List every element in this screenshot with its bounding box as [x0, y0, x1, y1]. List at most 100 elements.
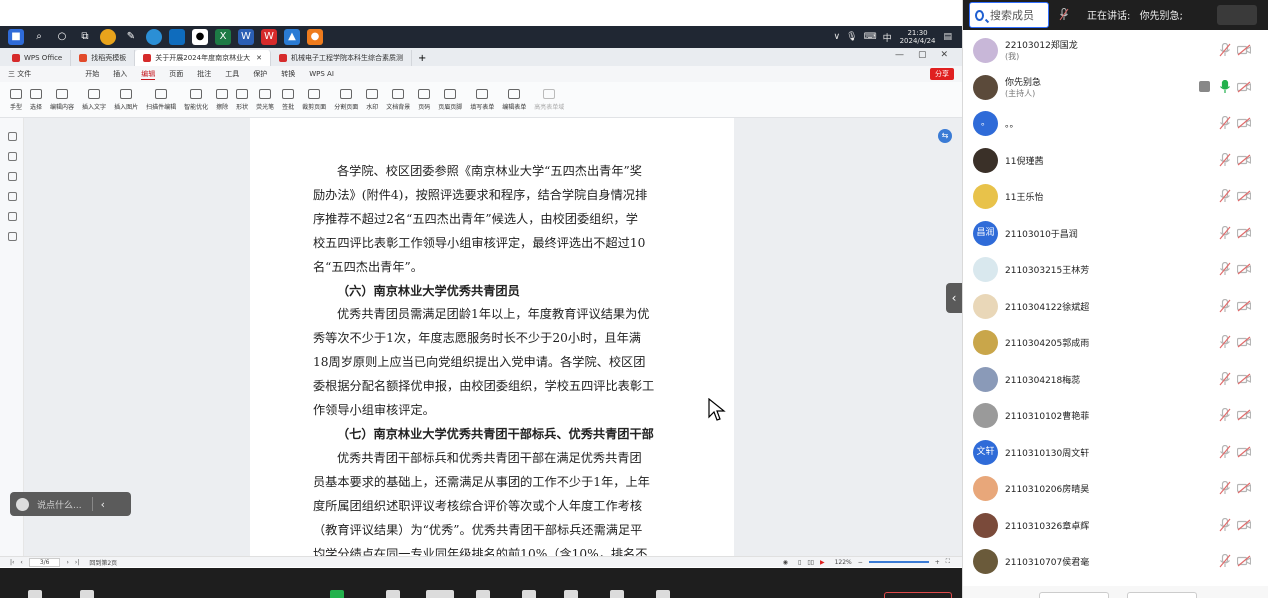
camera-off-icon[interactable] [1237, 44, 1251, 56]
member-search-input[interactable] [990, 8, 1048, 22]
layers-icon[interactable] [8, 232, 17, 241]
video-off-icon[interactable] [80, 590, 94, 598]
member-row[interactable]: 。。。 [963, 105, 1268, 142]
microphone-muted-icon[interactable] [1219, 43, 1231, 57]
member-row[interactable]: 你先别急 (主持人) [963, 69, 1268, 106]
floating-tool-icon[interactable]: ⇆ [938, 129, 952, 143]
ribbon-button[interactable]: 水印 [366, 88, 378, 111]
ribbon-button[interactable]: 插入文字 [82, 88, 106, 111]
clock[interactable]: 21:30 2024/4/24 [900, 29, 936, 45]
ribbon-button[interactable]: 填写表单 [470, 88, 494, 111]
search-icon[interactable]: ⌕ [31, 29, 47, 45]
next-page-icon[interactable]: › [66, 559, 68, 566]
zoom-slider[interactable] [868, 561, 929, 563]
chat-icon[interactable] [564, 590, 578, 598]
emoji-icon[interactable] [16, 497, 29, 511]
microphone-icon[interactable]: 🎙 [846, 32, 857, 42]
invite-button[interactable] [1039, 592, 1109, 598]
camera-off-icon[interactable] [1237, 519, 1251, 531]
bookmark-icon[interactable] [8, 132, 17, 141]
thumbnail-icon[interactable] [8, 152, 17, 161]
ribbon-button[interactable]: 选择 [30, 88, 42, 111]
member-row[interactable]: 2110310102曹艳菲 [963, 397, 1268, 434]
member-row[interactable]: 11王乐怡 [963, 178, 1268, 215]
close-icon[interactable]: ✕ [256, 54, 262, 62]
start-icon[interactable]: ■ [8, 29, 24, 45]
tab-active-document[interactable]: 关于开展2024年度南京林业大 ✕ [135, 50, 271, 66]
collapse-panel-button[interactable]: ‹ [946, 283, 962, 313]
camera-off-icon[interactable] [1237, 373, 1251, 385]
menu-convert[interactable]: 转换 [281, 69, 295, 79]
menu-file[interactable]: 三 文件 [8, 69, 31, 79]
menu-home[interactable]: 开始 [85, 69, 99, 79]
menu-comment[interactable]: 批注 [197, 69, 211, 79]
microphone-muted-icon[interactable] [1219, 189, 1231, 203]
double-page-icon[interactable]: ▯▯ [807, 559, 814, 566]
camera-off-icon[interactable] [1237, 154, 1251, 166]
ime-indicator[interactable]: 中 [883, 31, 892, 44]
mute-icon[interactable] [28, 590, 42, 598]
member-row[interactable]: 2110304205郭成雨 [963, 324, 1268, 361]
member-row[interactable]: 昌润 21103010于昌润 [963, 215, 1268, 252]
menu-page[interactable]: 页面 [169, 69, 183, 79]
last-page-icon[interactable]: ›| [75, 559, 79, 566]
ribbon-button[interactable]: 页眉页脚 [438, 88, 462, 111]
microphone-muted-icon[interactable] [1219, 554, 1231, 568]
members-icon[interactable] [386, 590, 400, 598]
ribbon-button[interactable]: 扫描件编辑 [146, 88, 176, 111]
ribbon-button[interactable]: 形状 [236, 88, 248, 111]
first-page-icon[interactable]: |‹ [10, 559, 14, 566]
member-search-box[interactable] [969, 2, 1049, 28]
camera-off-icon[interactable] [1237, 81, 1251, 93]
microphone-muted-icon[interactable] [1219, 298, 1231, 313]
ribbon-button[interactable]: 裁剪页面 [302, 88, 326, 111]
microphone-muted-icon[interactable] [1219, 225, 1231, 240]
maximize-button[interactable]: ▢ [918, 50, 927, 60]
member-row[interactable]: 2110304122徐斌超 [963, 288, 1268, 325]
outlook-icon[interactable] [169, 29, 185, 45]
zoom-out-icon[interactable]: − [858, 559, 863, 566]
excel-icon[interactable]: X [215, 29, 231, 45]
back-to-page-link[interactable]: 回到第2页 [89, 558, 117, 567]
wechat-icon[interactable]: ● [307, 29, 323, 45]
minimize-button[interactable]: — [895, 50, 904, 60]
camera-off-icon[interactable] [1237, 446, 1251, 458]
photos-icon[interactable]: ▲ [284, 29, 300, 45]
microphone-muted-icon[interactable] [1219, 444, 1231, 459]
close-window-button[interactable]: ✕ [940, 50, 948, 60]
record-icon[interactable] [522, 590, 536, 598]
ribbon-button[interactable]: 文档背景 [386, 88, 410, 111]
ribbon-button[interactable]: 分割页面 [334, 88, 358, 111]
eye-icon[interactable]: ◉ [783, 559, 788, 566]
ribbon-button[interactable]: 高亮表单域 [534, 88, 564, 111]
microphone-muted-icon[interactable] [1219, 262, 1231, 276]
zoom-in-icon[interactable]: + [935, 559, 940, 566]
edge-icon[interactable] [146, 29, 162, 45]
ribbon-button[interactable]: 擦除 [216, 88, 228, 111]
microphone-muted-icon[interactable] [1219, 371, 1231, 386]
new-tab-icon[interactable]: + [418, 53, 426, 64]
ribbon-button[interactable]: 编辑内容 [50, 88, 74, 111]
screen-share-icon[interactable] [1199, 80, 1210, 92]
keyboard-icon[interactable]: ⌨ [864, 32, 877, 42]
menu-protect[interactable]: 保护 [253, 69, 267, 79]
microphone-muted-icon[interactable] [1219, 335, 1231, 349]
camera-off-icon[interactable] [1237, 336, 1251, 348]
settings-icon[interactable] [656, 590, 670, 598]
end-meeting-button[interactable] [884, 592, 952, 598]
microphone-muted-icon[interactable] [1219, 152, 1231, 167]
camera-off-icon[interactable] [1237, 555, 1251, 567]
microphone-muted-icon[interactable] [1219, 517, 1231, 532]
camera-off-icon[interactable] [1237, 482, 1251, 494]
camera-off-icon[interactable] [1237, 227, 1251, 239]
member-row[interactable]: 22103012郑国龙 (我) [963, 32, 1268, 69]
tab-wps-office[interactable]: WPS Office [4, 50, 72, 66]
document-page[interactable]: 各学院、校区团委参照《南京林业大学“五四杰出青年”奖 励办法》(附件4)，按照评选… [250, 118, 734, 556]
pen-app-icon[interactable]: ✎ [123, 29, 139, 45]
tab-second-document[interactable]: 机械电子工程学院本科生综合素质测 [271, 50, 412, 66]
zoom-level[interactable]: 122% [835, 559, 852, 566]
share-button[interactable]: 分享 [930, 68, 954, 80]
member-row[interactable]: 2110303215王林芳 [963, 251, 1268, 288]
comment-icon[interactable] [8, 172, 17, 181]
microphone-muted-icon[interactable] [1219, 116, 1231, 130]
